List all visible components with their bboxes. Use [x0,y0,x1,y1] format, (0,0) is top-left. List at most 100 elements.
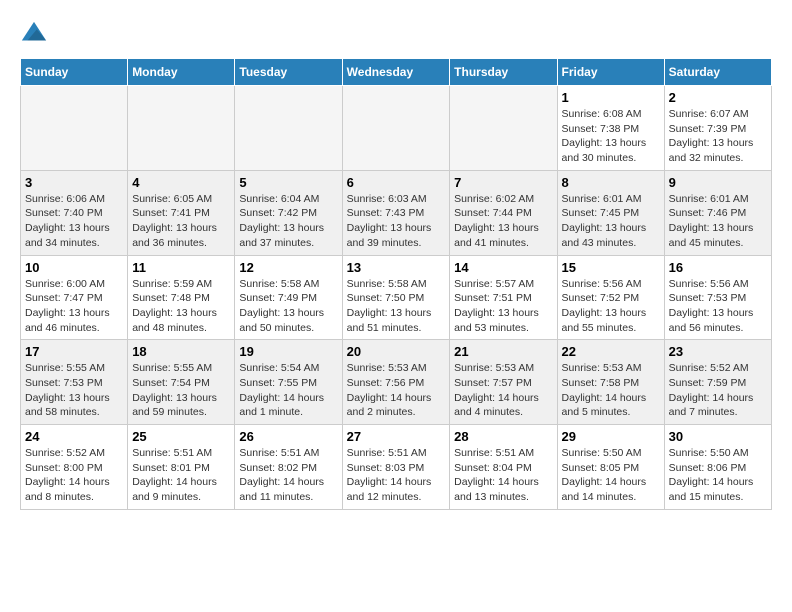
day-number: 27 [347,429,446,444]
calendar-week-row: 1 Sunrise: 6:08 AM Sunset: 7:38 PM Daylig… [21,86,772,171]
calendar-week-row: 3 Sunrise: 6:06 AM Sunset: 7:40 PM Daylig… [21,170,772,255]
day-info: Sunrise: 5:53 AM Sunset: 7:58 PM Dayligh… [562,361,660,420]
calendar-cell: 25 Sunrise: 5:51 AM Sunset: 8:01 PM Dayli… [128,425,235,510]
calendar-cell: 13 Sunrise: 5:58 AM Sunset: 7:50 PM Dayli… [342,255,450,340]
calendar-cell: 3 Sunrise: 6:06 AM Sunset: 7:40 PM Daylig… [21,170,128,255]
day-info: Sunrise: 6:01 AM Sunset: 7:46 PM Dayligh… [669,192,767,251]
day-number: 15 [562,260,660,275]
calendar-cell: 1 Sunrise: 6:08 AM Sunset: 7:38 PM Daylig… [557,86,664,171]
calendar-cell: 20Sunrise: 5:53 AM Sunset: 7:56 PM Dayli… [342,340,450,425]
calendar-cell: 14 Sunrise: 5:57 AM Sunset: 7:51 PM Dayli… [450,255,557,340]
day-number: 14 [454,260,552,275]
day-info: Sunrise: 5:53 AM Sunset: 7:56 PM Dayligh… [347,361,446,420]
day-number: 21 [454,344,552,359]
calendar-cell: 22 Sunrise: 5:53 AM Sunset: 7:58 PM Dayli… [557,340,664,425]
day-number: 2 [669,90,767,105]
day-number: 3 [25,175,123,190]
page-header [20,20,772,48]
day-number: 10 [25,260,123,275]
weekday-header: Tuesday [235,59,342,86]
day-number: 16 [669,260,767,275]
weekday-header: Wednesday [342,59,450,86]
day-number: 29 [562,429,660,444]
calendar-cell: 17 Sunrise: 5:55 AM Sunset: 7:53 PM Dayli… [21,340,128,425]
calendar-cell [21,86,128,171]
calendar-table: SundayMondayTuesdayWednesdayThursdayFrid… [20,58,772,510]
day-info: Sunrise: 5:53 AM Sunset: 7:57 PM Dayligh… [454,361,552,420]
day-info: Sunrise: 5:55 AM Sunset: 7:53 PM Dayligh… [25,361,123,420]
day-info: Sunrise: 5:50 AM Sunset: 8:05 PM Dayligh… [562,446,660,505]
weekday-header-row: SundayMondayTuesdayWednesdayThursdayFrid… [21,59,772,86]
day-number: 18 [132,344,230,359]
calendar-cell: 5Sunrise: 6:04 AM Sunset: 7:42 PM Daylig… [235,170,342,255]
calendar-cell [450,86,557,171]
calendar-cell: 28Sunrise: 5:51 AM Sunset: 8:04 PM Dayli… [450,425,557,510]
weekday-header: Thursday [450,59,557,86]
calendar-cell: 15 Sunrise: 5:56 AM Sunset: 7:52 PM Dayli… [557,255,664,340]
day-info: Sunrise: 6:06 AM Sunset: 7:40 PM Dayligh… [25,192,123,251]
day-info: Sunrise: 5:56 AM Sunset: 7:53 PM Dayligh… [669,277,767,336]
day-info: Sunrise: 6:00 AM Sunset: 7:47 PM Dayligh… [25,277,123,336]
day-info: Sunrise: 5:55 AM Sunset: 7:54 PM Dayligh… [132,361,230,420]
day-number: 23 [669,344,767,359]
day-info: Sunrise: 5:51 AM Sunset: 8:03 PM Dayligh… [347,446,446,505]
day-number: 9 [669,175,767,190]
calendar-cell: 23 Sunrise: 5:52 AM Sunset: 7:59 PM Dayli… [664,340,771,425]
day-info: Sunrise: 6:02 AM Sunset: 7:44 PM Dayligh… [454,192,552,251]
day-number: 30 [669,429,767,444]
day-info: Sunrise: 5:50 AM Sunset: 8:06 PM Dayligh… [669,446,767,505]
day-number: 17 [25,344,123,359]
day-number: 5 [239,175,337,190]
day-number: 28 [454,429,552,444]
weekday-header: Monday [128,59,235,86]
calendar-cell: 4Sunrise: 6:05 AM Sunset: 7:41 PM Daylig… [128,170,235,255]
day-number: 22 [562,344,660,359]
calendar-cell: 6 Sunrise: 6:03 AM Sunset: 7:43 PM Daylig… [342,170,450,255]
weekday-header: Friday [557,59,664,86]
day-number: 8 [562,175,660,190]
day-number: 19 [239,344,337,359]
calendar-cell: 2 Sunrise: 6:07 AM Sunset: 7:39 PM Daylig… [664,86,771,171]
day-info: Sunrise: 6:01 AM Sunset: 7:45 PM Dayligh… [562,192,660,251]
calendar-cell [128,86,235,171]
calendar-cell: 7 Sunrise: 6:02 AM Sunset: 7:44 PM Daylig… [450,170,557,255]
day-number: 13 [347,260,446,275]
logo [20,20,52,48]
day-number: 26 [239,429,337,444]
day-number: 12 [239,260,337,275]
day-info: Sunrise: 5:58 AM Sunset: 7:50 PM Dayligh… [347,277,446,336]
calendar-cell: 18 Sunrise: 5:55 AM Sunset: 7:54 PM Dayli… [128,340,235,425]
calendar-cell: 24Sunrise: 5:52 AM Sunset: 8:00 PM Dayli… [21,425,128,510]
day-number: 25 [132,429,230,444]
calendar-cell: 30 Sunrise: 5:50 AM Sunset: 8:06 PM Dayli… [664,425,771,510]
logo-icon [20,20,48,48]
day-info: Sunrise: 5:51 AM Sunset: 8:02 PM Dayligh… [239,446,337,505]
day-info: Sunrise: 5:58 AM Sunset: 7:49 PM Dayligh… [239,277,337,336]
day-info: Sunrise: 6:03 AM Sunset: 7:43 PM Dayligh… [347,192,446,251]
day-number: 1 [562,90,660,105]
calendar-week-row: 24Sunrise: 5:52 AM Sunset: 8:00 PM Dayli… [21,425,772,510]
calendar-cell: 16 Sunrise: 5:56 AM Sunset: 7:53 PM Dayli… [664,255,771,340]
day-info: Sunrise: 5:59 AM Sunset: 7:48 PM Dayligh… [132,277,230,336]
calendar-week-row: 17 Sunrise: 5:55 AM Sunset: 7:53 PM Dayli… [21,340,772,425]
weekday-header: Saturday [664,59,771,86]
day-number: 24 [25,429,123,444]
calendar-cell: 21 Sunrise: 5:53 AM Sunset: 7:57 PM Dayli… [450,340,557,425]
calendar-cell [235,86,342,171]
day-info: Sunrise: 5:51 AM Sunset: 8:01 PM Dayligh… [132,446,230,505]
day-info: Sunrise: 6:05 AM Sunset: 7:41 PM Dayligh… [132,192,230,251]
day-number: 11 [132,260,230,275]
calendar-cell: 27 Sunrise: 5:51 AM Sunset: 8:03 PM Dayli… [342,425,450,510]
day-number: 7 [454,175,552,190]
day-info: Sunrise: 5:57 AM Sunset: 7:51 PM Dayligh… [454,277,552,336]
day-info: Sunrise: 6:07 AM Sunset: 7:39 PM Dayligh… [669,107,767,166]
day-info: Sunrise: 6:08 AM Sunset: 7:38 PM Dayligh… [562,107,660,166]
day-info: Sunrise: 5:56 AM Sunset: 7:52 PM Dayligh… [562,277,660,336]
day-info: Sunrise: 5:52 AM Sunset: 7:59 PM Dayligh… [669,361,767,420]
calendar-cell: 10 Sunrise: 6:00 AM Sunset: 7:47 PM Dayli… [21,255,128,340]
weekday-header: Sunday [21,59,128,86]
calendar-cell: 12 Sunrise: 5:58 AM Sunset: 7:49 PM Dayli… [235,255,342,340]
calendar-cell: 19Sunrise: 5:54 AM Sunset: 7:55 PM Dayli… [235,340,342,425]
calendar-cell: 29 Sunrise: 5:50 AM Sunset: 8:05 PM Dayli… [557,425,664,510]
day-number: 6 [347,175,446,190]
